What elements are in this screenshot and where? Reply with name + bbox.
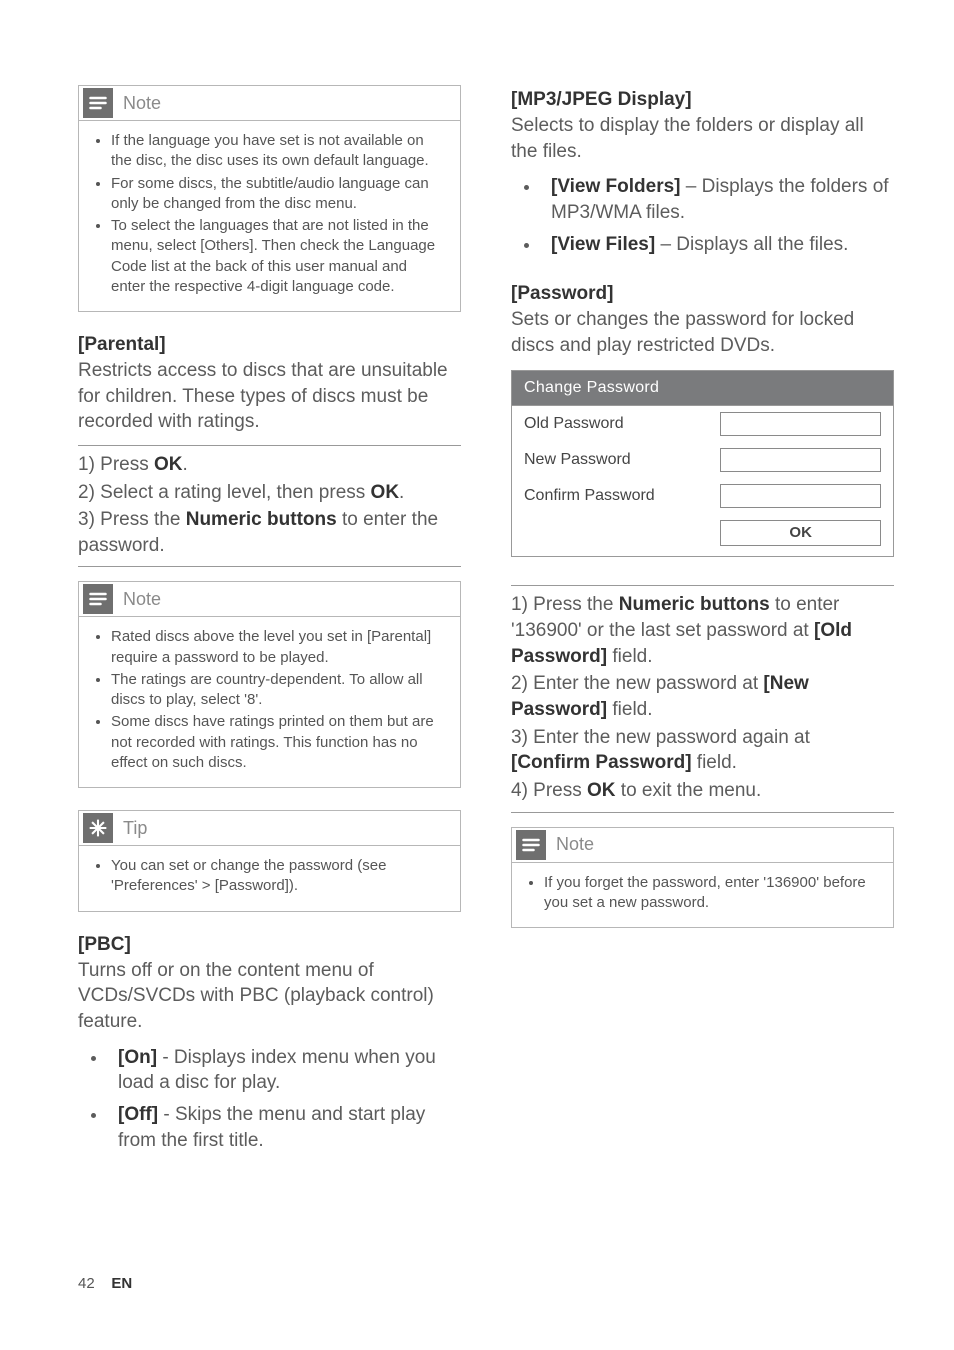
pbc-description: Turns off or on the content menu of VCDs… xyxy=(78,958,461,1035)
step: 2) Select a rating level, then press OK. xyxy=(78,480,461,506)
password-steps: 1) Press the Numeric buttons to enter '1… xyxy=(511,585,894,812)
step: 1) Press the Numeric buttons to enter '1… xyxy=(511,592,894,669)
mp3-heading: [MP3/JPEG Display] xyxy=(511,89,894,111)
step: 2) Enter the new password at [New Passwo… xyxy=(511,671,894,722)
tip-item: You can set or change the password (see … xyxy=(111,856,444,897)
step: 1) Press OK. xyxy=(78,452,461,478)
note-box-parental: Note Rated discs above the level you set… xyxy=(78,581,461,788)
note-box-language: Note If the language you have set is not… xyxy=(78,85,461,312)
note-item: If the language you have set is not avai… xyxy=(111,131,444,172)
confirm-password-label: Confirm Password xyxy=(524,487,720,505)
step: 3) Press the Numeric buttons to enter th… xyxy=(78,507,461,558)
note-list: If the language you have set is not avai… xyxy=(95,131,444,297)
note-item: Rated discs above the level you set in [… xyxy=(111,627,444,668)
ok-button[interactable]: OK xyxy=(720,520,881,546)
tip-box: Tip You can set or change the password (… xyxy=(78,810,461,912)
tip-label: Tip xyxy=(123,818,147,839)
pbc-options: [On] - Displays index menu when you load… xyxy=(78,1045,461,1154)
mp3-option-folders: [View Folders] – Displays the folders of… xyxy=(541,174,894,225)
note-label: Note xyxy=(556,834,594,855)
mp3-description: Selects to display the folders or displa… xyxy=(511,113,894,164)
change-password-panel: Change Password Old Password New Passwor… xyxy=(511,370,894,557)
old-password-label: Old Password xyxy=(524,415,720,433)
parental-heading: [Parental] xyxy=(78,334,461,356)
step: 3) Enter the new password again at [Conf… xyxy=(511,725,894,776)
parental-steps: 1) Press OK. 2) Select a rating level, t… xyxy=(78,445,461,568)
page-number: 42 xyxy=(78,1275,95,1292)
right-column: [MP3/JPEG Display] Selects to display th… xyxy=(511,85,894,1159)
page-lang: EN xyxy=(111,1275,132,1292)
tip-icon xyxy=(83,813,113,843)
note-icon xyxy=(83,584,113,614)
note-item: For some discs, the subtitle/audio langu… xyxy=(111,174,444,215)
mp3-options: [View Folders] – Displays the folders of… xyxy=(511,174,894,257)
change-password-title: Change Password xyxy=(512,371,893,406)
password-description: Sets or changes the password for locked … xyxy=(511,307,894,358)
note-box-password: Note If you forget the password, enter '… xyxy=(511,827,894,929)
mp3-option-files: [View Files] – Displays all the files. xyxy=(541,232,894,258)
note-item: If you forget the password, enter '13690… xyxy=(544,873,877,914)
left-column: Note If the language you have set is not… xyxy=(78,85,461,1159)
step: 4) Press OK to exit the menu. xyxy=(511,778,894,804)
note-label: Note xyxy=(123,589,161,610)
note-item: The ratings are country-dependent. To al… xyxy=(111,670,444,711)
old-password-row: Old Password xyxy=(512,406,893,442)
pbc-heading: [PBC] xyxy=(78,934,461,956)
password-heading: [Password] xyxy=(511,283,894,305)
note-icon xyxy=(516,830,546,860)
note-icon xyxy=(83,88,113,118)
note-label: Note xyxy=(123,93,161,114)
note-item: To select the languages that are not lis… xyxy=(111,216,444,297)
pbc-option-off: [Off] - Skips the menu and start play fr… xyxy=(108,1102,461,1153)
new-password-field[interactable] xyxy=(720,448,881,472)
pbc-option-on: [On] - Displays index menu when you load… xyxy=(108,1045,461,1096)
parental-description: Restricts access to discs that are unsui… xyxy=(78,358,461,435)
note-list: Rated discs above the level you set in [… xyxy=(95,627,444,773)
page-footer: 42 EN xyxy=(78,1275,132,1292)
note-list: If you forget the password, enter '13690… xyxy=(528,873,877,914)
tip-list: You can set or change the password (see … xyxy=(95,856,444,897)
note-item: Some discs have ratings printed on them … xyxy=(111,712,444,773)
confirm-password-row: Confirm Password xyxy=(512,478,893,514)
new-password-label: New Password xyxy=(524,451,720,469)
new-password-row: New Password xyxy=(512,442,893,478)
confirm-password-field[interactable] xyxy=(720,484,881,508)
old-password-field[interactable] xyxy=(720,412,881,436)
